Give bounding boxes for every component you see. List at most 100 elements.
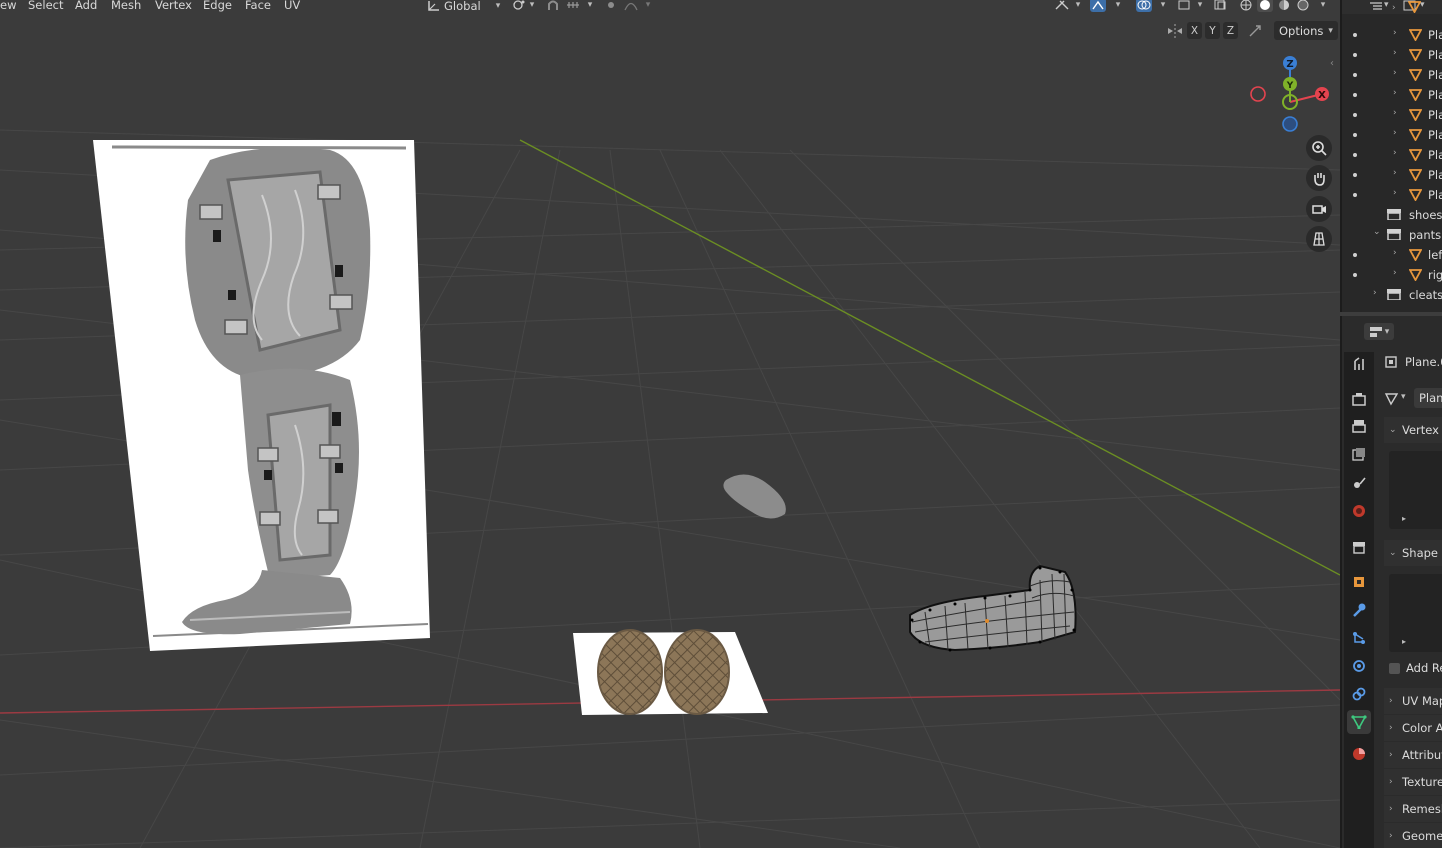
rendered-shading-icon[interactable] — [1295, 0, 1311, 12]
render-tab-icon[interactable] — [1351, 391, 1367, 407]
navigation-gizmo[interactable]: Z Y X — [1248, 52, 1338, 136]
outliner-item[interactable]: › Pla — [1342, 85, 1442, 105]
outliner-item[interactable]: › Pla — [1342, 185, 1442, 205]
remesh-panel-header[interactable]: › Remesh — [1384, 796, 1442, 822]
menu-add[interactable]: Add — [75, 0, 97, 12]
particles-tab-icon[interactable] — [1351, 630, 1367, 646]
chevron-down-icon[interactable]: ▾ — [1192, 0, 1208, 12]
outliner-item[interactable]: › Pla — [1342, 145, 1442, 165]
show-gizmo-icon[interactable] — [1090, 0, 1106, 12]
chevron-right-icon[interactable]: › — [1393, 108, 1397, 118]
outliner-row-partial[interactable]: › — [1342, 1, 1442, 25]
color-attributes-panel-header[interactable]: › Color At — [1384, 715, 1442, 741]
mirror-x-button[interactable]: X — [1187, 22, 1202, 39]
outliner-item[interactable]: shoes — [1342, 205, 1442, 225]
chevron-right-icon[interactable]: › — [1393, 88, 1397, 98]
tool-tab-icon[interactable] — [1351, 356, 1367, 372]
material-preview-icon[interactable] — [1276, 0, 1292, 12]
snap-icon[interactable] — [545, 0, 561, 12]
transform-orientation-dropdown[interactable]: Global ▾ — [427, 0, 500, 14]
auto-merge-icon[interactable] — [1247, 23, 1265, 39]
shape-keys-panel-header[interactable]: ⌄ Shape K — [1384, 540, 1442, 566]
visibility-dot-icon[interactable] — [1353, 93, 1357, 97]
options-dropdown[interactable]: Options ▾ — [1274, 21, 1338, 40]
chevron-right-icon[interactable]: › — [1393, 48, 1397, 58]
physics-tab-icon[interactable] — [1351, 658, 1367, 674]
visibility-dot-icon[interactable] — [1353, 133, 1357, 137]
visibility-dot-icon[interactable] — [1353, 273, 1357, 277]
mesh-edit-overlays-icon[interactable] — [1176, 0, 1192, 12]
menu-vertex[interactable]: Vertex — [155, 0, 192, 12]
menu-view[interactable]: ew — [0, 0, 16, 12]
editor-type-dropdown[interactable]: ▾ — [1364, 323, 1394, 340]
chevron-right-icon[interactable]: › — [1393, 148, 1397, 158]
proportional-edit-icon[interactable] — [603, 0, 619, 12]
shape-keys-list[interactable]: ▸ — [1389, 574, 1442, 652]
chevron-down-icon[interactable]: ▾ — [1110, 0, 1126, 12]
chevron-down-icon[interactable]: ▾ — [582, 0, 598, 12]
outliner-item[interactable]: › Pla — [1342, 105, 1442, 125]
mirror-z-button[interactable]: Z — [1223, 22, 1238, 39]
vertex-groups-panel-header[interactable]: ⌄ Vertex G — [1384, 417, 1442, 443]
object-tab-icon[interactable] — [1351, 574, 1367, 590]
chevron-right-icon[interactable]: › — [1373, 288, 1377, 298]
material-tab-icon[interactable] — [1351, 746, 1367, 762]
chevron-down-icon[interactable]: ⌄ — [1373, 227, 1381, 237]
outliner-item[interactable]: › cleats — [1342, 285, 1442, 305]
solid-shading-icon[interactable] — [1257, 0, 1273, 12]
visibility-dot-icon[interactable] — [1353, 253, 1357, 257]
visibility-dot-icon[interactable] — [1353, 193, 1357, 197]
xray-toggle-icon[interactable] — [1212, 0, 1228, 12]
3d-viewport[interactable]: ew Select Add Mesh Vertex Edge Face UV G… — [0, 0, 1340, 848]
collection-tab-icon[interactable] — [1351, 539, 1367, 555]
snap-increment-icon[interactable] — [565, 0, 581, 12]
chevron-right-icon[interactable]: › — [1393, 188, 1397, 198]
camera-view-icon[interactable] — [1306, 196, 1332, 222]
visibility-dot-icon[interactable] — [1353, 173, 1357, 177]
menu-select[interactable]: Select — [28, 0, 63, 12]
chevron-right-icon[interactable]: › — [1393, 128, 1397, 138]
output-tab-icon[interactable] — [1351, 418, 1367, 434]
vertex-groups-list[interactable]: ▸ — [1389, 451, 1442, 529]
attributes-panel-header[interactable]: › Attribute — [1384, 742, 1442, 768]
texture-space-panel-header[interactable]: › Texture — [1384, 769, 1442, 795]
chevron-right-icon[interactable]: › — [1393, 168, 1397, 178]
outliner-item[interactable]: › Pla — [1342, 25, 1442, 45]
falloff-icon[interactable] — [623, 0, 639, 12]
visibility-dot-icon[interactable] — [1353, 73, 1357, 77]
chevron-right-icon[interactable]: › — [1393, 248, 1397, 258]
menu-face[interactable]: Face — [245, 0, 271, 12]
list-resize-icon[interactable]: ▸ — [1402, 637, 1406, 646]
modifier-tab-icon[interactable] — [1351, 602, 1367, 618]
uv-maps-panel-header[interactable]: › UV Map — [1384, 688, 1442, 714]
menu-edge[interactable]: Edge — [203, 0, 232, 12]
menu-uv[interactable]: UV — [284, 0, 300, 12]
visibility-selectability-icon[interactable] — [1054, 0, 1070, 12]
world-tab-icon[interactable] — [1351, 503, 1367, 519]
wireframe-shading-icon[interactable] — [1238, 0, 1254, 12]
visibility-dot-icon[interactable] — [1353, 153, 1357, 157]
chevron-down-icon[interactable]: ▾ — [524, 0, 540, 12]
geometry-data-panel-header[interactable]: › Geomet — [1384, 823, 1442, 848]
visibility-dot-icon[interactable] — [1353, 53, 1357, 57]
outliner-item[interactable]: › Pla — [1342, 45, 1442, 65]
zoom-icon[interactable] — [1306, 135, 1332, 161]
outliner-item[interactable]: ⌄ pants — [1342, 225, 1442, 245]
outliner-item[interactable]: › left — [1342, 245, 1442, 265]
list-resize-icon[interactable]: ▸ — [1402, 514, 1406, 523]
view-layer-tab-icon[interactable] — [1351, 446, 1367, 462]
chevron-down-icon[interactable]: ▾ — [1401, 392, 1406, 402]
menu-mesh[interactable]: Mesh — [111, 0, 141, 12]
add-rest-position-checkbox[interactable] — [1389, 663, 1400, 674]
visibility-dot-icon[interactable] — [1353, 33, 1357, 37]
chevron-down-icon[interactable]: ▾ — [1070, 0, 1086, 12]
constraints-tab-icon[interactable] — [1351, 686, 1367, 702]
outliner-item[interactable]: › rig — [1342, 265, 1442, 285]
outliner-item[interactable]: › Pla — [1342, 125, 1442, 145]
chevron-down-icon[interactable]: ▾ — [1155, 0, 1171, 12]
chevron-right-icon[interactable]: › — [1393, 68, 1397, 78]
chevron-down-icon[interactable]: ▾ — [640, 0, 656, 12]
chevron-right-icon[interactable]: › — [1393, 268, 1397, 278]
visibility-dot-icon[interactable] — [1353, 113, 1357, 117]
show-overlays-icon[interactable] — [1136, 0, 1152, 12]
